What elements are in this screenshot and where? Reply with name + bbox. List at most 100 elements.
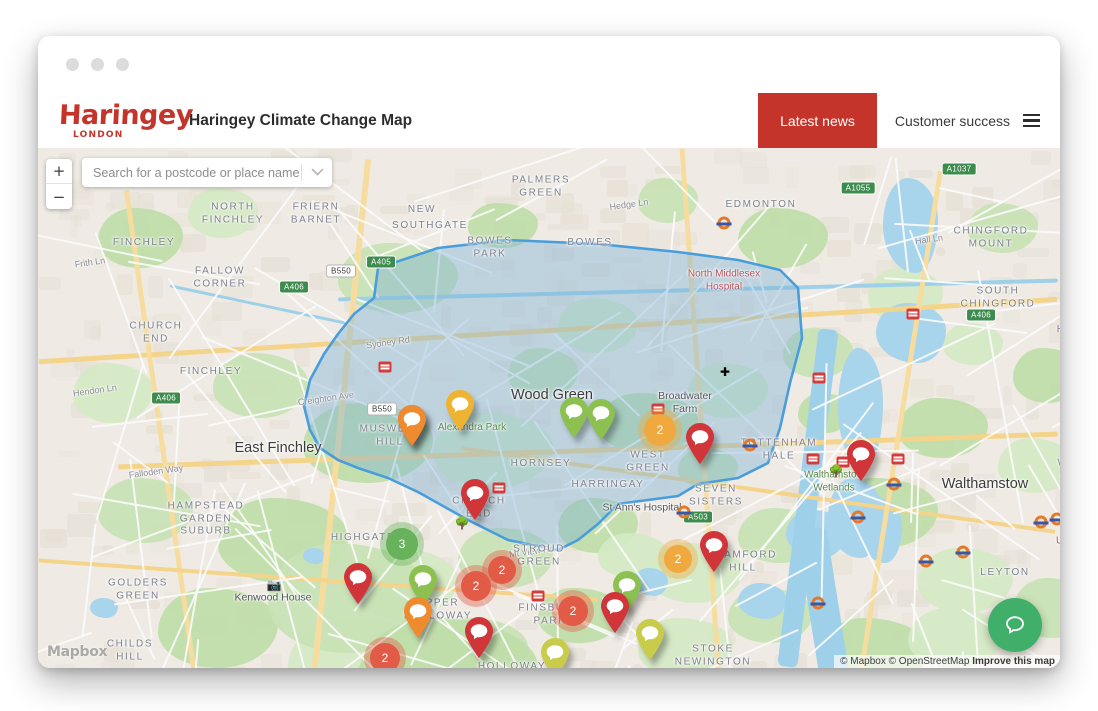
attribution-mapbox[interactable]: © Mapbox — [840, 656, 886, 667]
map-building-block — [631, 663, 643, 668]
map-building-block — [607, 179, 628, 198]
map-building-block — [965, 523, 979, 533]
map-building-block — [623, 271, 647, 285]
mapbox-wordmark: Mapbox — [47, 644, 108, 660]
speech-bubble-icon — [1006, 616, 1024, 634]
attribution-osm[interactable]: © OpenStreetMap — [889, 656, 970, 667]
map-building-block — [100, 661, 112, 668]
map-marker-pin[interactable] — [699, 531, 729, 572]
map-building-block — [908, 169, 933, 179]
map-building-block — [786, 166, 800, 188]
map-building-block — [67, 514, 97, 537]
map-building-block — [772, 395, 787, 415]
map-marker-pin[interactable] — [397, 405, 427, 446]
cluster-count-label: 2 — [569, 604, 577, 618]
map-container[interactable]: + − Mapbox © Mapbox © OpenStree — [38, 148, 1060, 668]
map-building-block — [930, 470, 963, 481]
map-marker-pin[interactable] — [559, 397, 589, 438]
map-building-block — [116, 274, 134, 296]
minimize-dot[interactable] — [91, 58, 104, 71]
map-building-block — [537, 306, 552, 324]
map-attribution: © Mapbox © OpenStreetMap Improve this ma… — [834, 655, 1060, 668]
map-marker-pin[interactable] — [464, 617, 494, 658]
map-building-block — [545, 270, 565, 290]
map-building-block — [1016, 247, 1050, 258]
map-water-body — [303, 548, 325, 564]
map-building-block — [260, 653, 282, 668]
map-marker-pin[interactable] — [635, 619, 665, 660]
customer-success-link[interactable]: Customer success — [877, 93, 1019, 148]
map-marker-pin[interactable] — [540, 638, 570, 668]
brand[interactable]: Haringey LONDON — [38, 93, 194, 148]
map-building-block — [309, 272, 323, 291]
map-building-block — [69, 216, 79, 238]
map-cluster-marker[interactable]: 2 — [558, 596, 588, 626]
map-building-block — [428, 367, 457, 382]
map-water-body — [90, 598, 118, 618]
map-building-block — [179, 353, 213, 368]
logo-subtext: LONDON — [73, 129, 124, 140]
map-zoom-controls[interactable]: + − — [46, 159, 72, 209]
app-root: Haringey LONDON Haringey Climate Change … — [0, 0, 1098, 711]
cluster-count-label: 2 — [381, 651, 389, 665]
map-building-block — [500, 260, 516, 280]
map-cluster-marker[interactable]: 2 — [461, 571, 491, 601]
browser-window: Haringey LONDON Haringey Climate Change … — [38, 36, 1060, 668]
map-marker-pin[interactable] — [445, 390, 475, 431]
map-building-block — [579, 660, 597, 668]
map-marker-pin[interactable] — [685, 423, 715, 464]
map-building-block — [600, 207, 626, 223]
map-building-block — [1013, 263, 1027, 278]
map-building-block — [621, 223, 649, 248]
map-building-block — [552, 248, 574, 262]
zoom-out-button[interactable]: − — [46, 184, 72, 209]
map-building-block — [935, 247, 946, 257]
mapbox-logo[interactable]: Mapbox — [47, 643, 108, 661]
map-marker-pin[interactable] — [586, 399, 616, 440]
map-cluster-marker[interactable]: 2 — [644, 414, 676, 446]
latest-news-button[interactable]: Latest news — [758, 93, 877, 148]
map-cluster-marker[interactable]: 2 — [370, 643, 400, 668]
search-input[interactable] — [82, 164, 301, 181]
map-building-block — [39, 529, 67, 549]
map-marker-pin[interactable] — [600, 592, 630, 633]
attribution-improve-link[interactable]: Improve this map — [972, 656, 1055, 667]
map-marker-pin[interactable] — [403, 597, 433, 638]
map-building-block — [935, 385, 954, 398]
header-spacer — [412, 93, 758, 148]
map-building-block — [754, 562, 764, 574]
map-canvas[interactable] — [38, 148, 1060, 668]
hamburger-icon[interactable] — [1019, 93, 1060, 148]
map-building-block — [1003, 386, 1012, 406]
help-widget-button[interactable] — [988, 598, 1042, 652]
map-marker-pin[interactable] — [846, 440, 876, 481]
search-box[interactable] — [82, 158, 332, 187]
close-dot[interactable] — [66, 58, 79, 71]
map-building-block — [1056, 317, 1060, 335]
map-building-block — [201, 314, 222, 336]
cluster-count-label: 2 — [656, 423, 664, 437]
map-building-block — [1055, 489, 1060, 512]
map-building-block — [909, 379, 935, 398]
logo-wordmark: Haringey — [58, 99, 194, 131]
map-building-block — [84, 320, 101, 339]
maximize-dot[interactable] — [116, 58, 129, 71]
map-building-block — [379, 205, 412, 215]
map-building-block — [546, 223, 562, 231]
map-marker-pin[interactable] — [343, 563, 373, 604]
map-building-block — [597, 229, 621, 247]
chevron-down-icon[interactable] — [302, 168, 332, 177]
map-building-block — [260, 256, 290, 273]
map-cluster-marker[interactable]: 3 — [386, 528, 418, 560]
map-building-block — [826, 239, 852, 257]
map-marker-pin[interactable] — [460, 479, 490, 520]
haringey-logo[interactable]: Haringey LONDON — [58, 99, 194, 142]
map-building-block — [65, 349, 75, 357]
map-building-block — [514, 620, 538, 630]
map-cluster-marker[interactable]: 2 — [664, 545, 692, 573]
page-title: Haringey Climate Change Map — [189, 111, 413, 129]
zoom-in-button[interactable]: + — [46, 159, 72, 184]
map-building-block — [153, 313, 181, 321]
cluster-count-label: 2 — [674, 552, 682, 566]
window-controls — [66, 58, 129, 71]
